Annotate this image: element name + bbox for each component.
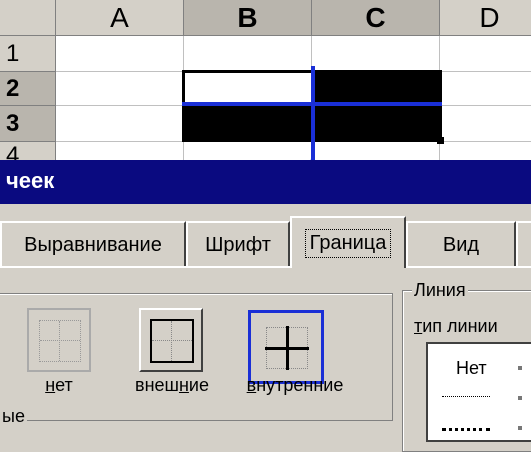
tab-border-label: Граница	[304, 228, 392, 258]
column-header-d[interactable]: D	[440, 0, 531, 36]
preset-outline-button[interactable]	[139, 308, 203, 372]
cell-c2[interactable]	[312, 73, 439, 105]
presets-group-title: ые	[0, 406, 27, 427]
row-header-2[interactable]: 2	[0, 72, 56, 106]
grid-none-icon	[39, 320, 81, 362]
preset-none-button[interactable]	[27, 308, 91, 372]
line-style-none-option[interactable]: Нет	[456, 358, 487, 379]
tab-border[interactable]: Граница	[290, 216, 406, 268]
line-type-label: тип линии	[414, 316, 498, 336]
column-header-b[interactable]: B	[184, 0, 312, 36]
tab-alignment[interactable]: Выравнивание	[0, 221, 186, 267]
dialog-title: чеек	[6, 168, 55, 193]
cell-b2[interactable]	[185, 73, 312, 105]
preset-inside-button[interactable]	[248, 310, 324, 384]
row-header-1[interactable]: 1	[0, 36, 56, 72]
column-header-c[interactable]: C	[312, 0, 440, 36]
preset-none-label: нет	[45, 375, 73, 395]
dialog-title-bar[interactable]	[0, 160, 531, 204]
tab-panel-edge	[0, 266, 531, 268]
tab-view[interactable]: Вид	[406, 221, 516, 267]
grid-inside-icon	[265, 326, 309, 370]
column-header-a[interactable]: A	[56, 0, 184, 36]
preset-outline-label: внешние	[135, 375, 209, 395]
line-style-dotted-option[interactable]	[442, 396, 490, 397]
tab-overflow[interactable]	[516, 221, 531, 267]
fill-handle[interactable]	[437, 137, 444, 144]
row-header-4[interactable]: 4	[0, 142, 56, 160]
line-style-dashed-option[interactable]	[442, 428, 490, 431]
line-group-title: Линия	[412, 280, 468, 301]
spreadsheet-grid: A B C D 1 2 3 4	[0, 0, 531, 160]
tab-font[interactable]: Шрифт	[186, 221, 290, 267]
line-style-list[interactable]: Нет	[426, 342, 531, 442]
row-header-3[interactable]: 3	[0, 106, 56, 142]
grid-outline-icon	[150, 319, 194, 363]
select-all-corner[interactable]	[0, 0, 56, 36]
preset-inside-label: внутренние	[246, 375, 344, 395]
